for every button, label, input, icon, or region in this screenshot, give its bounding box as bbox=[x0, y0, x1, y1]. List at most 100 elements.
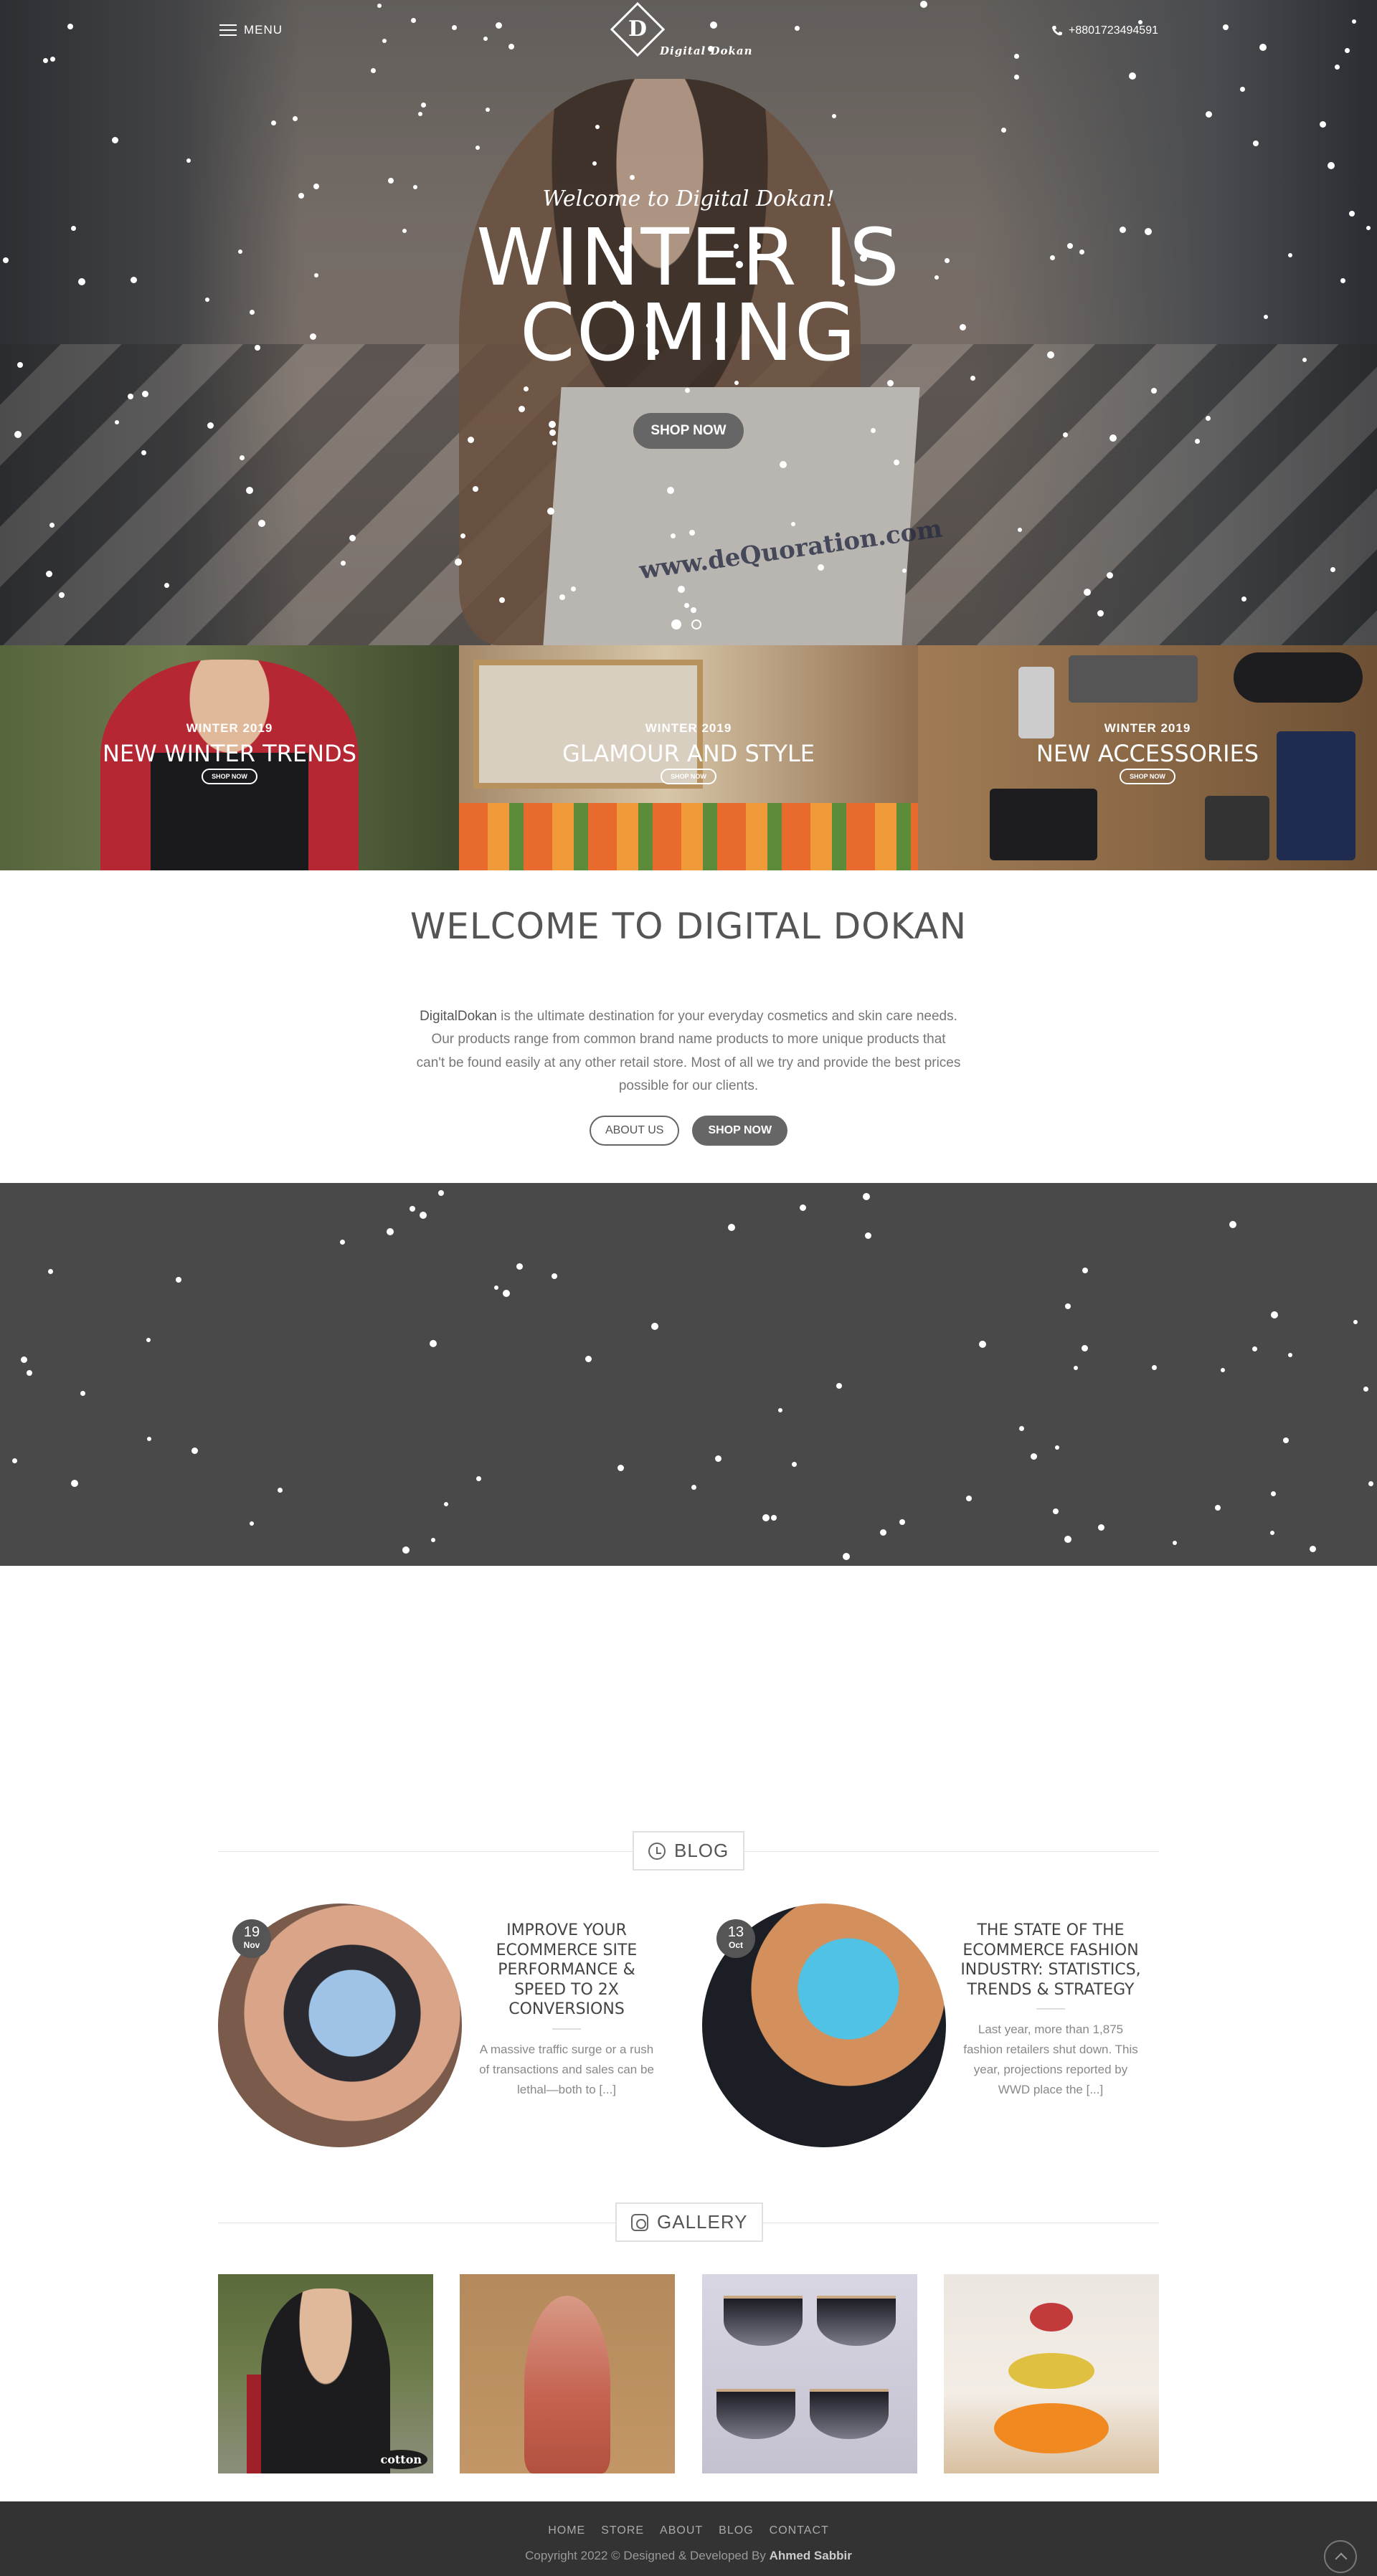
hero-welcome-text: Welcome to Digital Dokan! bbox=[542, 186, 835, 212]
gallery-item-jacket[interactable]: cotton bbox=[218, 2274, 433, 2473]
gallery-item-fruit[interactable] bbox=[944, 2274, 1159, 2473]
snowflake bbox=[617, 1465, 624, 1471]
snowflake bbox=[547, 508, 554, 515]
snowflake bbox=[258, 520, 265, 527]
snowflake bbox=[771, 1515, 777, 1521]
post-date-month: Oct bbox=[728, 1940, 743, 1950]
snowflake bbox=[240, 455, 245, 460]
accessory-speaker-image bbox=[1069, 655, 1198, 703]
snowflake bbox=[49, 523, 55, 528]
snowflake bbox=[780, 461, 787, 468]
back-to-top-button[interactable] bbox=[1324, 2540, 1357, 2573]
snowflake bbox=[313, 184, 319, 189]
footer-link-about[interactable]: ABOUT bbox=[660, 2524, 703, 2537]
snowflake bbox=[340, 1240, 345, 1245]
welcome-text: DigitalDokan is the ultimate destination… bbox=[416, 1005, 961, 1098]
fruit-shape bbox=[1030, 2303, 1073, 2332]
accessory-camera-image bbox=[990, 789, 1097, 860]
post-excerpt: Last year, more than 1,875 fashion retai… bbox=[963, 2023, 1138, 2097]
snowflake bbox=[1229, 1221, 1236, 1228]
snowflake bbox=[1366, 226, 1371, 230]
snowflake bbox=[164, 583, 169, 588]
welcome-section: WELCOME TO DIGITAL DOKAN DigitalDokan is… bbox=[0, 870, 1377, 1183]
snowflake bbox=[1288, 253, 1292, 257]
snowflake bbox=[1241, 597, 1246, 602]
snowflake bbox=[792, 1462, 797, 1467]
blog-post-body: IMPROVE YOUR ECOMMERCE SITE PERFORMANCE … bbox=[473, 1921, 660, 2100]
snowflake bbox=[863, 1193, 870, 1200]
blog-section-label: BLOG bbox=[633, 1831, 745, 1871]
shop-now-button[interactable]: SHOP NOW bbox=[692, 1116, 788, 1146]
snowflake bbox=[250, 1521, 254, 1526]
snowflake bbox=[473, 486, 478, 492]
phone-link[interactable]: +8801723494591 bbox=[1051, 24, 1158, 37]
post-title[interactable]: THE STATE OF THE ECOMMERCE FASHION INDUS… bbox=[957, 1921, 1144, 2000]
snowflake bbox=[791, 522, 795, 526]
snowflake bbox=[865, 1232, 871, 1239]
footer-link-blog[interactable]: BLOG bbox=[719, 2524, 753, 2537]
banner-accessories[interactable]: WINTER 2019 NEW ACCESSORIES SHOP NOW bbox=[918, 645, 1377, 870]
snowflake bbox=[966, 1496, 972, 1501]
snowflake bbox=[12, 1458, 17, 1463]
snowflake bbox=[349, 535, 356, 541]
snowflake bbox=[402, 1546, 410, 1554]
snowflake bbox=[684, 603, 689, 608]
gallery-label: GALLERY bbox=[657, 2211, 748, 2233]
snowflake bbox=[1107, 572, 1113, 579]
snowflake bbox=[728, 1224, 735, 1231]
snowflake bbox=[3, 257, 9, 263]
banner-winter-trends[interactable]: WINTER 2019 NEW WINTER TRENDS SHOP NOW bbox=[0, 645, 459, 870]
welcome-buttons: ABOUT US SHOP NOW bbox=[0, 1116, 1377, 1146]
menu-button[interactable]: MENU bbox=[219, 23, 283, 37]
snowflake bbox=[1264, 315, 1268, 319]
snowflake bbox=[1129, 72, 1136, 80]
snowflake bbox=[1001, 128, 1006, 133]
snowflake bbox=[671, 533, 676, 538]
phone-number: +8801723494591 bbox=[1068, 24, 1158, 37]
gallery-section-label: GALLERY bbox=[615, 2202, 764, 2242]
gallery-item-dress[interactable] bbox=[460, 2274, 675, 2473]
post-date-day: 13 bbox=[727, 1924, 744, 1940]
snowflake bbox=[1050, 255, 1055, 260]
snowflake bbox=[1014, 75, 1019, 80]
banner-shop-now-button[interactable]: SHOP NOW bbox=[1120, 769, 1175, 784]
snowflake bbox=[1271, 1491, 1276, 1496]
hero-title-line1: WINTER IS bbox=[476, 212, 901, 303]
logo-text: Digital Dokan bbox=[660, 44, 753, 57]
snowflake bbox=[444, 1502, 448, 1506]
snowflake bbox=[1328, 162, 1335, 169]
snowflake bbox=[1019, 1426, 1024, 1431]
post-title[interactable]: IMPROVE YOUR ECOMMERCE SITE PERFORMANCE … bbox=[473, 1921, 660, 2020]
snowflake bbox=[1084, 589, 1091, 596]
footer-link-store[interactable]: STORE bbox=[601, 2524, 644, 2537]
banner-shop-now-button[interactable]: SHOP NOW bbox=[202, 769, 257, 784]
snowflake bbox=[278, 1488, 283, 1493]
snowflake bbox=[1302, 358, 1307, 362]
snowflake bbox=[585, 1356, 592, 1362]
snowflake bbox=[48, 1269, 53, 1274]
slider-dot-2[interactable] bbox=[691, 619, 701, 629]
footer-link-home[interactable]: HOME bbox=[548, 2524, 585, 2537]
banner-glamour-style[interactable]: WINTER 2019 GLAMOUR AND STYLE SHOP NOW bbox=[459, 645, 918, 870]
site-logo[interactable]: D Digital Dokan bbox=[610, 1, 762, 65]
slider-dot-1[interactable] bbox=[671, 619, 681, 629]
snowflake bbox=[1363, 1387, 1368, 1392]
snowflake bbox=[503, 1290, 510, 1297]
footer-link-contact[interactable]: CONTACT bbox=[770, 2524, 829, 2537]
gallery-item-sunglasses[interactable] bbox=[702, 2274, 917, 2473]
snowflake bbox=[1018, 528, 1022, 532]
snowflake bbox=[310, 333, 316, 340]
snowflake bbox=[880, 1529, 886, 1536]
snowflake bbox=[17, 362, 23, 368]
snowflake bbox=[460, 533, 465, 538]
snowflake bbox=[818, 564, 824, 571]
snowflake bbox=[715, 1455, 721, 1462]
about-us-button[interactable]: ABOUT US bbox=[589, 1116, 680, 1146]
footer-nav: HOME STORE ABOUT BLOG CONTACT bbox=[0, 2524, 1377, 2537]
hero-shop-now-button[interactable]: SHOP NOW bbox=[633, 413, 744, 449]
snowflake bbox=[836, 1383, 842, 1389]
snowflake bbox=[1031, 1453, 1037, 1460]
snowflake bbox=[1253, 141, 1259, 146]
copyright-author[interactable]: Ahmed Sabbir bbox=[770, 2549, 852, 2562]
banner-shop-now-button[interactable]: SHOP NOW bbox=[661, 769, 716, 784]
